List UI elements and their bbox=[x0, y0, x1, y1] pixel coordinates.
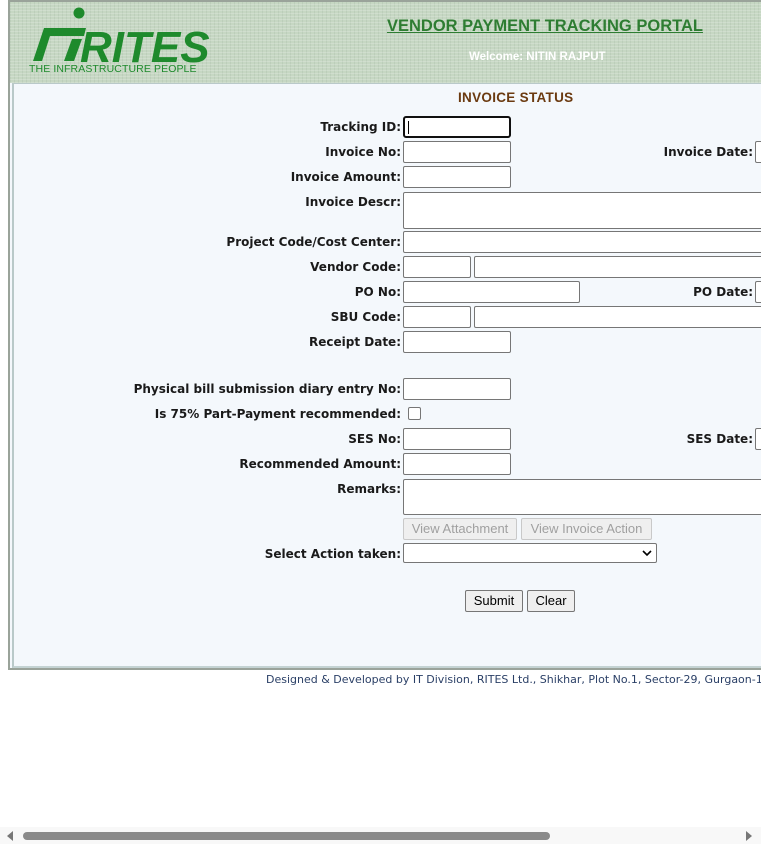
tracking-id-input[interactable] bbox=[403, 116, 511, 138]
tracking-id-label: Tracking ID: bbox=[320, 120, 401, 134]
project-code-input[interactable] bbox=[403, 231, 761, 253]
recommended-amount-input[interactable] bbox=[403, 453, 511, 475]
sbu-name-input[interactable] bbox=[474, 306, 761, 328]
remarks-label: Remarks: bbox=[337, 482, 401, 496]
portal-header: RITES THE INFRASTRUCTURE PEOPLE VENDOR P… bbox=[10, 2, 761, 83]
receipt-date-label: Receipt Date: bbox=[309, 335, 401, 349]
horizontal-scrollbar[interactable] bbox=[0, 827, 761, 844]
scrollbar-thumb[interactable] bbox=[23, 832, 550, 840]
invoice-descr-label: Invoice Descr: bbox=[305, 195, 401, 209]
select-action-dropdown[interactable] bbox=[403, 543, 657, 563]
chevron-down-icon bbox=[642, 550, 652, 557]
page-title: INVOICE STATUS bbox=[458, 90, 574, 105]
diary-entry-input[interactable] bbox=[403, 378, 511, 400]
part-payment-checkbox[interactable] bbox=[408, 407, 421, 420]
submit-button[interactable]: Submit bbox=[465, 590, 523, 612]
receipt-date-input[interactable] bbox=[403, 331, 511, 353]
remarks-textarea[interactable] bbox=[403, 479, 761, 515]
scroll-right-arrow-icon[interactable] bbox=[746, 831, 752, 841]
invoice-amount-label: Invoice Amount: bbox=[290, 170, 401, 184]
invoice-amount-input[interactable] bbox=[403, 166, 511, 188]
ses-no-input[interactable] bbox=[403, 428, 511, 450]
logo-tagline: THE INFRASTRUCTURE PEOPLE bbox=[29, 63, 197, 75]
invoice-no-input[interactable] bbox=[403, 141, 511, 163]
po-date-label: PO Date: bbox=[693, 285, 753, 299]
part-payment-label: Is 75% Part-Payment recommended: bbox=[154, 407, 401, 421]
po-no-label: PO No: bbox=[354, 285, 401, 299]
footer-credits: Designed & Developed by IT Division, RIT… bbox=[266, 673, 761, 686]
portal-title-link[interactable]: VENDOR PAYMENT TRACKING PORTAL bbox=[387, 17, 703, 36]
po-no-input[interactable] bbox=[403, 281, 580, 303]
text-caret bbox=[408, 121, 409, 134]
recommended-amount-label: Recommended Amount: bbox=[239, 457, 401, 471]
invoice-no-label: Invoice No: bbox=[325, 145, 401, 159]
scroll-left-arrow-icon[interactable] bbox=[7, 831, 13, 841]
ses-date-label: SES Date: bbox=[686, 432, 753, 446]
invoice-date-label: Invoice Date: bbox=[663, 145, 753, 159]
vendor-name-input[interactable] bbox=[474, 256, 761, 278]
project-code-label: Project Code/Cost Center: bbox=[226, 235, 401, 249]
po-date-input[interactable] bbox=[755, 281, 761, 303]
clear-button[interactable]: Clear bbox=[527, 590, 575, 612]
vendor-code-label: Vendor Code: bbox=[310, 260, 401, 274]
view-invoice-action-button[interactable]: View Invoice Action bbox=[521, 518, 652, 540]
view-attachment-button[interactable]: View Attachment bbox=[403, 518, 517, 540]
ses-no-label: SES No: bbox=[348, 432, 401, 446]
invoice-date-input[interactable] bbox=[755, 141, 761, 163]
ses-date-input[interactable] bbox=[755, 428, 761, 450]
invoice-descr-textarea[interactable] bbox=[403, 192, 761, 229]
sbu-code-label: SBU Code: bbox=[330, 310, 401, 324]
sbu-code-input[interactable] bbox=[403, 306, 471, 328]
vendor-code-input[interactable] bbox=[403, 256, 471, 278]
select-action-label: Select Action taken: bbox=[264, 547, 401, 561]
welcome-user-text: Welcome: NITIN RAJPUT bbox=[469, 51, 606, 63]
diary-entry-label: Physical bill submission diary entry No: bbox=[133, 382, 401, 396]
